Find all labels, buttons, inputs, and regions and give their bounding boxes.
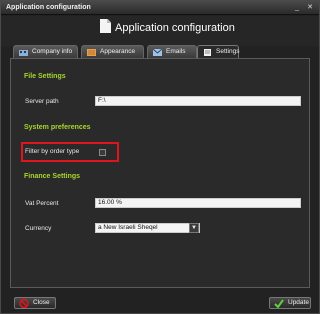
tab-settings[interactable]: Settings — [197, 45, 240, 59]
tab-bar: Company info Appearance Emails Settings — [10, 45, 310, 59]
server-path-field[interactable]: F:\ — [95, 96, 301, 106]
checkmark-icon — [274, 299, 284, 308]
title-bar: Application configuration _ ✕ — [1, 1, 319, 15]
close-label: Close — [33, 299, 50, 306]
system-preferences-heading: System preferences — [24, 124, 91, 131]
app-config-window: Application configuration _ ✕ Applicatio… — [0, 0, 320, 314]
vat-percent-label: Vat Percent — [25, 200, 59, 207]
settings-icon — [204, 49, 211, 56]
close-circle-icon — [19, 299, 29, 308]
filter-by-order-type-label: Filter by order type — [25, 148, 80, 155]
tab-emails[interactable]: Emails — [147, 45, 197, 58]
tab-appearance[interactable]: Appearance — [81, 45, 144, 58]
currency-value: a New Israeli Sheqel — [98, 224, 158, 231]
tab-label: Company info — [32, 48, 73, 55]
tab-label: Emails — [166, 48, 186, 55]
vat-percent-field[interactable]: 16.00 % — [95, 198, 301, 208]
currency-select[interactable]: a New Israeli Sheqel ▼ — [95, 223, 200, 233]
dialog-header: Application configuration — [1, 16, 319, 46]
company-icon — [19, 50, 28, 56]
update-label: Update — [288, 299, 309, 306]
tab-company-info[interactable]: Company info — [13, 45, 78, 58]
server-path-label: Server path — [25, 98, 59, 105]
chevron-down-icon[interactable]: ▼ — [189, 223, 199, 233]
currency-label: Currency — [25, 225, 52, 232]
close-button[interactable]: Close — [14, 297, 56, 309]
file-settings-heading: File Settings — [24, 73, 66, 80]
tab-label: Appearance — [100, 48, 136, 55]
settings-panel: File Settings Server path F:\ System pre… — [10, 58, 310, 288]
document-icon — [100, 19, 111, 33]
appearance-icon — [87, 49, 96, 56]
page-title: Application configuration — [115, 22, 235, 34]
email-icon — [153, 49, 162, 56]
update-button[interactable]: Update — [269, 297, 311, 309]
tab-label: Settings — [216, 48, 240, 55]
window-title: Application configuration — [6, 4, 91, 11]
finance-settings-heading: Finance Settings — [24, 173, 81, 180]
filter-by-order-type-checkbox[interactable] — [99, 149, 106, 156]
close-icon[interactable]: ✕ — [305, 3, 315, 12]
minimize-icon[interactable]: _ — [292, 3, 302, 12]
